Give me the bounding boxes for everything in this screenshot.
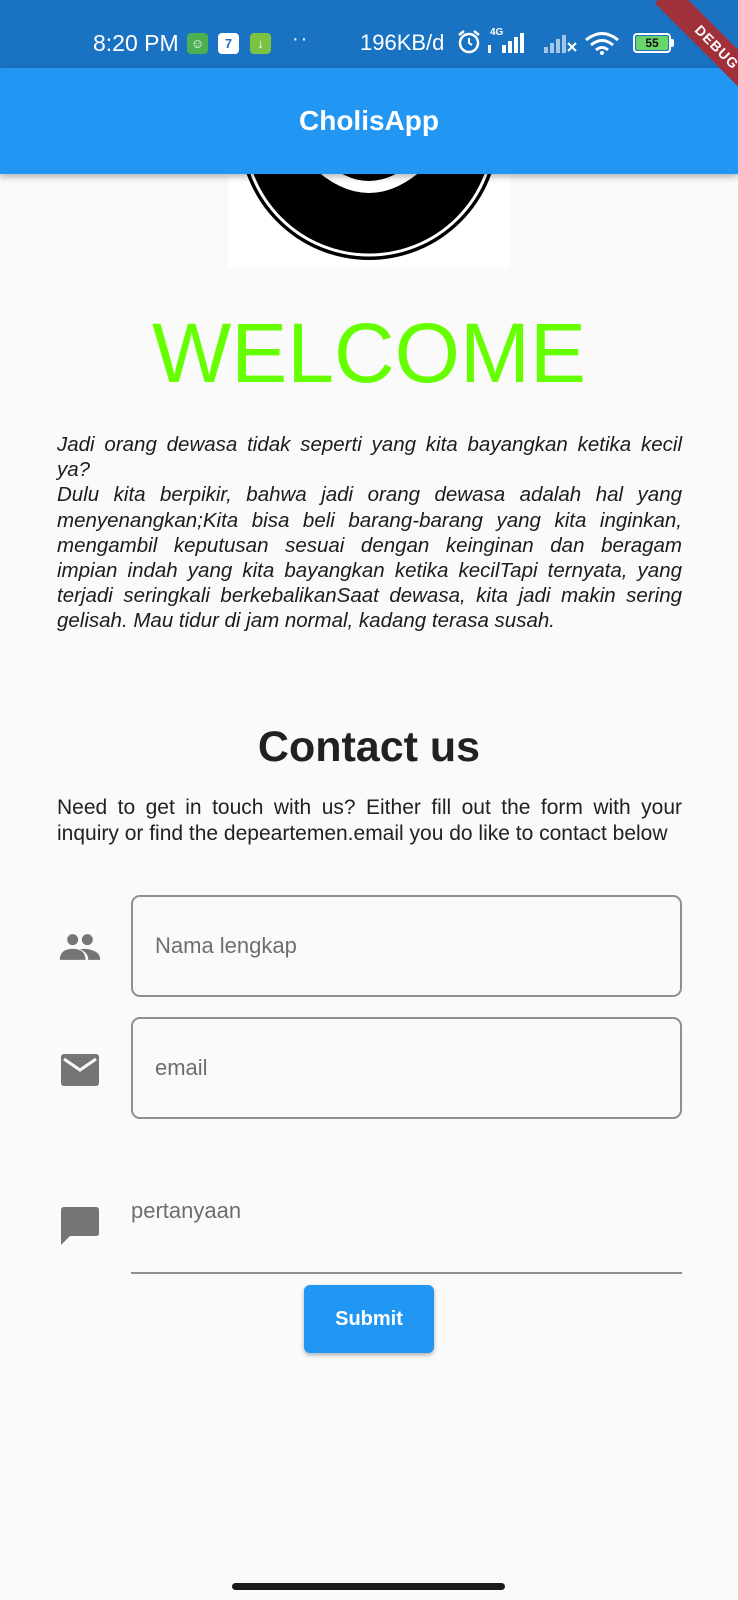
contact-title: Contact us — [257, 723, 481, 771]
download-icon: ↓ — [250, 33, 271, 54]
battery-level: 55 — [636, 36, 668, 50]
question-field[interactable] — [131, 1190, 682, 1274]
submit-button[interactable]: Submit — [304, 1285, 434, 1353]
contact-description: Need to get in touch with us? Either fil… — [57, 796, 682, 845]
alarm-icon — [458, 30, 480, 54]
email-field[interactable] — [131, 1017, 682, 1119]
face-icon: ☺ — [187, 33, 208, 54]
people-icon — [59, 934, 101, 960]
intro-line-1: Jadi orang dewasa tidak seperti yang kit… — [57, 433, 682, 482]
battery-icon: 55 — [633, 33, 671, 53]
home-indicator[interactable] — [232, 1583, 505, 1590]
welcome-heading: WELCOME — [151, 306, 587, 400]
status-time: 8:20 PM — [93, 30, 179, 56]
signal-weak-icon — [544, 35, 577, 53]
intro-text: Jadi orang dewasa tidak seperti yang kit… — [57, 432, 682, 634]
network-speed: 196KB/d — [360, 30, 445, 55]
battery-tip — [671, 39, 674, 47]
wifi-icon — [585, 32, 619, 55]
app-title: CholisApp — [299, 105, 439, 136]
signal-icon — [488, 33, 524, 53]
intro-line-2: Dulu kita berpikir, bahwa jadi orang dew… — [57, 483, 682, 633]
comment-icon — [61, 1207, 99, 1245]
email-icon — [61, 1054, 99, 1086]
more-notifications-icon: ·· — [292, 28, 310, 50]
name-field[interactable] — [131, 895, 682, 997]
app-bar: CholisApp — [0, 68, 738, 174]
calendar-icon: 7 — [218, 33, 239, 54]
status-bar: 8:20 PM ☺ 7 ↓ ·· 196KB/d 4G 55 — [0, 0, 738, 68]
